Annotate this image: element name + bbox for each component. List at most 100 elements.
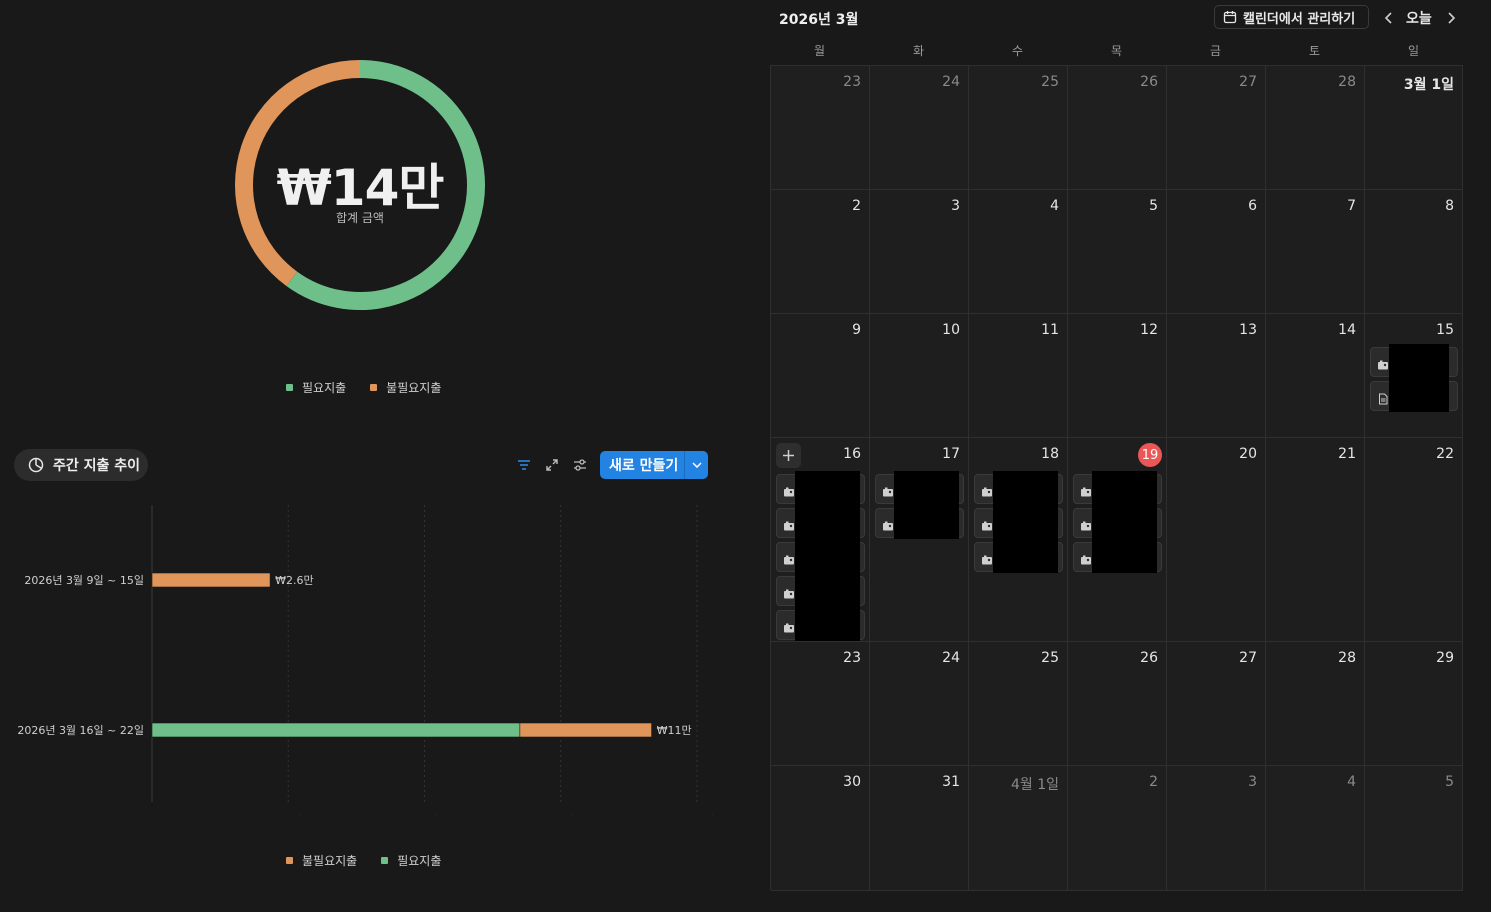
calendar-day-cell[interactable]: 27	[1167, 66, 1266, 190]
calendar-day-cell[interactable]: 25	[969, 66, 1068, 190]
calendar-day-cell[interactable]: 31	[870, 766, 969, 891]
calendar-day-cell[interactable]: 10	[870, 314, 969, 438]
x-tick-label: ₩0	[143, 814, 161, 815]
calendar-day-cell[interactable]: 4	[1266, 766, 1365, 891]
calendar-day-cell[interactable]: 9	[771, 314, 870, 438]
calendar-day-cell[interactable]: 5	[1068, 190, 1167, 314]
redacted-event-titles	[993, 471, 1058, 573]
day-number: 25	[1041, 650, 1059, 666]
bar-chart-legend: 불필요지출 필요지출	[286, 852, 465, 869]
calendar-day-cell[interactable]: 4	[969, 190, 1068, 314]
calendar-day-cell[interactable]: 23	[771, 66, 870, 190]
calendar-day-cell[interactable]: 20	[1167, 438, 1266, 642]
day-number: 2	[1149, 774, 1158, 790]
calendar-day-cell[interactable]: 12	[1068, 314, 1167, 438]
chevron-right-icon[interactable]	[1443, 9, 1459, 27]
calendar-event-icon	[783, 551, 795, 565]
calendar-day-cell[interactable]: 11	[969, 314, 1068, 438]
calendar-day-cell[interactable]: 30	[771, 766, 870, 891]
new-button[interactable]: 새로 만들기	[600, 451, 708, 479]
calendar-day-cell[interactable]: 14	[1266, 314, 1365, 438]
add-event-icon[interactable]	[776, 443, 801, 468]
calendar-day-cell[interactable]: 3	[870, 190, 969, 314]
calendar-day-cell[interactable]: 13	[1167, 314, 1266, 438]
calendar-day-cell[interactable]: 17	[870, 438, 969, 642]
legend-label: 불필요지출	[386, 381, 442, 395]
total-amount-label: 합계 금액	[336, 211, 384, 225]
day-number: 3	[951, 198, 960, 214]
calendar-event-icon	[882, 517, 894, 531]
calendar-event-icon	[783, 483, 795, 497]
day-number: 16	[843, 446, 861, 462]
legend-label: 필요지출	[397, 854, 442, 868]
calendar-day-cell[interactable]: 25	[969, 642, 1068, 766]
day-number: 17	[942, 446, 960, 462]
day-number: 23	[843, 650, 861, 666]
day-number: 24	[942, 74, 960, 90]
day-number: 8	[1445, 198, 1454, 214]
bar-segment[interactable]	[151, 572, 271, 588]
calendar-day-cell[interactable]: 28	[1266, 66, 1365, 190]
new-button-label: 새로 만들기	[609, 458, 679, 474]
legend-item-necessary: 필요지출	[381, 852, 441, 869]
day-number: 3	[1248, 774, 1257, 790]
calendar-day-cell[interactable]: 6	[1167, 190, 1266, 314]
filter-icon[interactable]	[515, 456, 533, 474]
redacted-event-titles	[1389, 344, 1449, 412]
calendar-event-icon	[783, 619, 795, 633]
calendar-day-cell[interactable]: 29	[1365, 642, 1463, 766]
today-button[interactable]: 오늘	[1406, 8, 1432, 28]
category-label: 2026년 3월 9일 ~ 15일	[24, 573, 144, 587]
day-number: 22	[1436, 446, 1454, 462]
day-number: 28	[1338, 650, 1356, 666]
chevron-left-icon[interactable]	[1381, 9, 1397, 27]
calendar-day-cell[interactable]: 5	[1365, 766, 1463, 891]
calendar-day-cell[interactable]: 24	[870, 66, 969, 190]
expand-icon[interactable]	[543, 456, 561, 474]
calendar-event-icon	[981, 483, 993, 497]
calendar-day-cell[interactable]: 23	[771, 642, 870, 766]
calendar-day-cell[interactable]: 22	[1365, 438, 1463, 642]
calendar-day-cell[interactable]: 26	[1068, 66, 1167, 190]
calendar-day-cell[interactable]: 27	[1167, 642, 1266, 766]
day-number: 24	[942, 650, 960, 666]
legend-item-unnecessary: 불필요지출	[370, 379, 441, 396]
manage-in-calendar-label: 캘린더에서 관리하기	[1243, 11, 1356, 27]
day-number: 5	[1445, 774, 1454, 790]
day-number: 23	[843, 74, 861, 90]
calendar-day-cell[interactable]: 3	[1167, 766, 1266, 891]
calendar-event-icon	[981, 517, 993, 531]
day-number: 27	[1239, 650, 1257, 666]
bar-segment[interactable]	[151, 722, 521, 738]
calendar-day-cell[interactable]: 8	[1365, 190, 1463, 314]
day-number: 27	[1239, 74, 1257, 90]
day-number: 6	[1248, 198, 1257, 214]
legend-item-necessary: 필요지출	[286, 379, 346, 396]
day-number: 14	[1338, 322, 1356, 338]
calendar-day-cell[interactable]: 26	[1068, 642, 1167, 766]
day-number: 4	[1347, 774, 1356, 790]
settings-sliders-icon[interactable]	[571, 456, 589, 474]
month-title: 2026년 3월	[779, 12, 859, 28]
manage-in-calendar-button[interactable]: 캘린더에서 관리하기	[1214, 5, 1369, 29]
calendar-day-cell[interactable]: 7	[1266, 190, 1365, 314]
calendar-day-cell[interactable]: 4월 1일	[969, 766, 1068, 891]
legend-swatch	[286, 384, 293, 391]
calendar-day-cell[interactable]: 2	[771, 190, 870, 314]
legend-swatch	[370, 384, 378, 391]
chevron-down-icon[interactable]	[685, 462, 708, 468]
calendar-day-cell[interactable]: 24	[870, 642, 969, 766]
bar-segment[interactable]	[519, 722, 652, 738]
weekday-header: 월	[813, 44, 826, 58]
redacted-event-titles	[795, 471, 860, 641]
day-number: 5	[1149, 198, 1158, 214]
day-number: 12	[1140, 322, 1158, 338]
calendar-day-cell[interactable]: 2	[1068, 766, 1167, 891]
day-number: 18	[1041, 446, 1059, 462]
calendar-day-cell[interactable]: 3월 1일	[1365, 66, 1463, 190]
calendar-grid: 5 4 3 2 4월 1일 31 30 29 28 27 26 25 24 23 22 21 20 19 18 17 1…	[770, 65, 1463, 891]
calendar-icon	[1223, 11, 1237, 24]
calendar-day-cell[interactable]: 21	[1266, 438, 1365, 642]
calendar-day-cell[interactable]: 28	[1266, 642, 1365, 766]
view-tab-weekly-spending[interactable]: 주간 지출 추이	[14, 449, 148, 481]
